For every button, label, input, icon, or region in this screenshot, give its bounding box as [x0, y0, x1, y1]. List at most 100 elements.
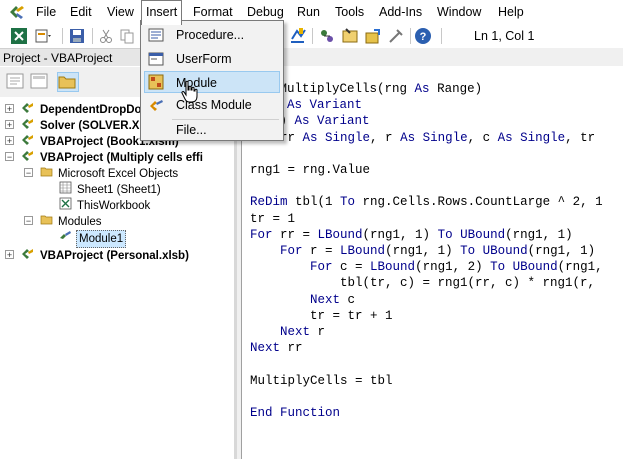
code-text: (rng1, 1) — [527, 244, 596, 258]
menu-item-userform[interactable]: UserForm — [144, 48, 280, 70]
code-text: (rng1, 2) — [415, 260, 491, 275]
code-keyword: As — [414, 82, 438, 96]
code-text: tr = 1 — [250, 211, 296, 226]
code-text: (rng1, — [557, 260, 603, 275]
expand-toggle[interactable]: + — [5, 250, 14, 260]
vba-app-icon[interactable] — [8, 4, 26, 20]
vba-project-icon — [22, 249, 33, 259]
tree-item-project[interactable]: VBAProject (Personal.xlsb) — [40, 248, 189, 264]
toolbar-separator — [410, 28, 411, 44]
view-code-icon[interactable] — [6, 73, 24, 89]
code-text: , r — [370, 130, 401, 145]
code-keyword: LBound — [317, 227, 363, 242]
code-keyword: As Single — [302, 130, 371, 145]
collapse-toggle[interactable]: − — [24, 216, 33, 226]
code-line: Next r — [250, 325, 325, 339]
code-keyword: LBound — [370, 260, 416, 275]
code-line: tr = 1 — [250, 212, 295, 226]
userform-icon — [148, 52, 164, 66]
code-keyword: To UBound — [460, 244, 528, 258]
menu-item-module[interactable]: Module — [144, 71, 280, 93]
menu-add-ins[interactable]: Add-Ins — [375, 0, 426, 24]
toolbar-separator — [62, 28, 63, 44]
code-keyword: To UBound — [490, 260, 558, 275]
menu-window[interactable]: Window — [433, 0, 485, 24]
expand-toggle[interactable]: + — [5, 136, 14, 146]
save-icon[interactable] — [68, 27, 86, 45]
tree-item-project[interactable]: VBAProject (Multiply cells effi — [40, 150, 203, 166]
code-text: r = — [310, 244, 341, 258]
code-keyword: LBound — [340, 244, 386, 258]
cursor-position-status: Ln 1, Col 1 — [474, 29, 535, 43]
procedure-icon — [148, 28, 164, 42]
cut-icon[interactable] — [97, 27, 115, 45]
code-keyword: To — [340, 195, 363, 210]
code-editor[interactable]: tion MultiplyCells(rng As Range) rng1 As… — [241, 66, 623, 459]
code-line: End Function — [250, 406, 340, 420]
code-line: For r = LBound(rng1, 1) To UBound(rng1, … — [250, 244, 595, 258]
code-line: Next rr — [250, 341, 303, 355]
code-text: , tr — [565, 130, 596, 145]
properties-window-icon[interactable] — [341, 27, 359, 45]
excel-view-icon[interactable] — [10, 27, 28, 45]
menu-file[interactable]: File — [32, 0, 60, 24]
project-explorer-icon[interactable] — [318, 27, 336, 45]
code-text: rng.Cells.Rows.CountLarge ^ 2, 1 — [362, 195, 603, 210]
code-text: r — [317, 325, 326, 339]
design-mode-icon[interactable] — [289, 27, 307, 45]
menu-bar: File Edit View Insert Format Debug Run T… — [0, 0, 623, 25]
workbook-icon — [59, 197, 72, 210]
expand-toggle[interactable]: + — [5, 104, 14, 114]
code-keyword: To UBound — [437, 227, 506, 242]
code-line: ReDim tbl(1 To rng.Cells.Rows.CountLarge… — [250, 195, 603, 209]
menu-edit[interactable]: Edit — [66, 0, 96, 24]
code-line: rng1 = rng.Value — [250, 163, 370, 177]
menu-run[interactable]: Run — [293, 0, 324, 24]
toggle-folders-button[interactable] — [57, 72, 79, 92]
code-text: MultiplyCells(rng — [279, 82, 415, 96]
menu-item-class-module[interactable]: Class Module — [144, 94, 280, 116]
tree-item-thisworkbook[interactable]: ThisWorkbook — [77, 198, 150, 214]
help-icon[interactable]: ? — [414, 27, 432, 45]
standard-toolbar: ? Ln 1, Col 1 — [0, 24, 623, 48]
menu-view[interactable]: View — [103, 0, 138, 24]
menu-tools[interactable]: Tools — [331, 0, 368, 24]
tree-item-project[interactable]: DependentDropDo — [40, 102, 142, 118]
menu-item-procedure[interactable]: Procedure... — [144, 24, 280, 46]
code-text: (rng1, 1) — [505, 227, 573, 242]
code-keyword: End Function — [250, 406, 341, 420]
view-object-icon[interactable] — [30, 73, 48, 89]
svg-text:?: ? — [420, 31, 427, 43]
object-browser-icon[interactable] — [364, 27, 382, 45]
vba-project-icon — [22, 135, 33, 145]
code-line: Next c — [250, 293, 355, 307]
copy-icon[interactable] — [118, 27, 136, 45]
tree-folder-modules[interactable]: Modules — [58, 214, 101, 230]
menu-help[interactable]: Help — [494, 0, 528, 24]
code-keyword: ReDim — [250, 195, 296, 210]
toolbox-icon[interactable] — [387, 27, 405, 45]
folder-icon — [40, 215, 53, 225]
insert-object-icon[interactable] — [34, 27, 52, 45]
tree-item-module1[interactable]: Module1 — [76, 230, 127, 248]
code-keyword: As Variant — [294, 114, 370, 129]
expand-toggle[interactable]: + — [5, 120, 14, 130]
toolbar-separator — [92, 28, 93, 44]
insert-menu-dropdown: Procedure... UserForm Module Class Modul… — [140, 20, 284, 141]
folder-icon — [40, 167, 53, 177]
collapse-toggle[interactable]: − — [5, 152, 14, 162]
code-text: , c — [467, 130, 498, 145]
vba-project-icon — [22, 119, 33, 129]
menu-item-file[interactable]: File... — [144, 119, 280, 141]
code-line: MultiplyCells = tbl — [250, 374, 393, 388]
code-text: Range) — [437, 82, 483, 96]
menu-insert[interactable]: Insert — [141, 0, 183, 25]
collapse-toggle[interactable]: − — [24, 168, 33, 178]
tree-item-project[interactable]: Solver (SOLVER.XL — [40, 118, 147, 134]
tree-item-sheet1[interactable]: Sheet1 (Sheet1) — [77, 182, 161, 198]
vba-project-icon — [22, 103, 33, 113]
tree-folder-excel-objects[interactable]: Microsoft Excel Objects — [58, 166, 178, 182]
class-module-icon — [150, 100, 163, 111]
